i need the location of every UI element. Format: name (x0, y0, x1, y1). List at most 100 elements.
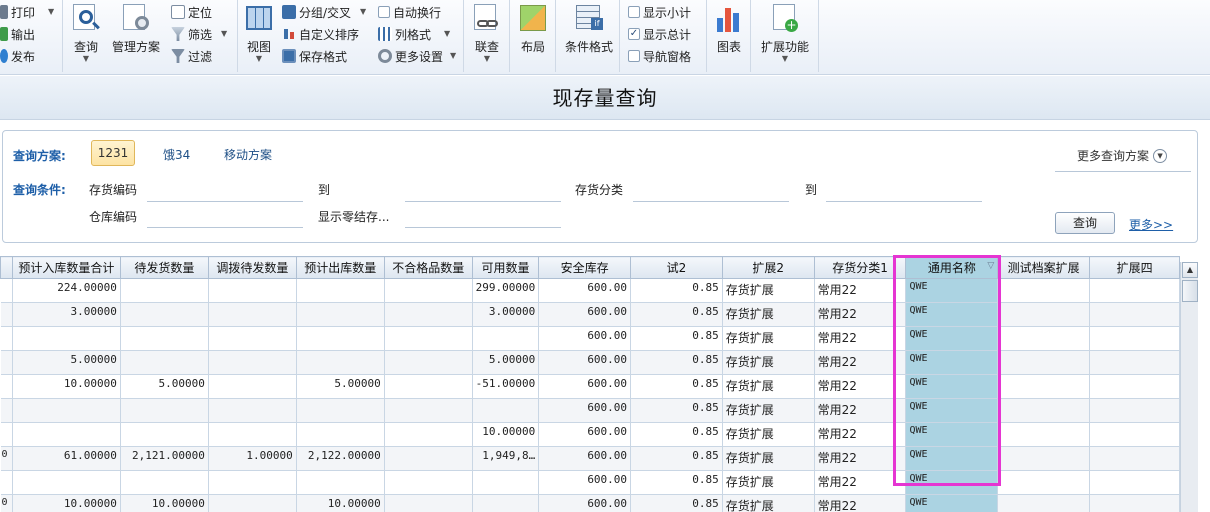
scheme-tab-1231[interactable]: 1231 (91, 140, 135, 166)
table-cell[interactable] (12, 326, 121, 351)
more-link[interactable]: 更多>> (1129, 216, 1173, 233)
table-cell[interactable]: QWE (905, 350, 999, 375)
table-cell[interactable]: 600.00 (538, 374, 632, 399)
inventory-code-to-input[interactable] (405, 201, 561, 202)
table-cell[interactable]: 299.00000 (472, 278, 540, 303)
table-cell[interactable]: 0.85 (630, 398, 723, 423)
column-header[interactable]: 不合格品数量 (383, 256, 473, 279)
table-cell[interactable]: 600.00 (538, 494, 632, 512)
table-cell[interactable]: 5.00000 (472, 350, 540, 375)
column-header[interactable]: 通用名称 ▽ (905, 256, 999, 279)
show-total-checkbox[interactable]: ✓ 显示总计 (628, 24, 691, 44)
table-cell[interactable] (997, 374, 1091, 399)
more-schemes-link[interactable]: 更多查询方案 ▼ (1077, 147, 1168, 164)
table-cell[interactable] (296, 278, 385, 303)
table-cell[interactable]: 0.85 (630, 278, 723, 303)
table-cell[interactable] (0, 350, 13, 375)
chevron-down-icon[interactable]: ▼ (256, 55, 262, 63)
table-cell[interactable]: 常用22 (814, 302, 907, 327)
table-row[interactable]: 10.00000 600.00 0.85 存货扩展 常用22 QWE (0, 422, 1180, 447)
table-cell[interactable]: 600.00 (538, 470, 632, 495)
table-cell[interactable] (1089, 470, 1180, 495)
table-cell[interactable]: 常用22 (814, 470, 907, 495)
table-cell[interactable]: 存货扩展 (722, 278, 815, 303)
table-cell[interactable] (384, 422, 473, 447)
table-cell[interactable] (997, 422, 1091, 447)
table-cell[interactable]: 常用22 (814, 278, 907, 303)
table-cell[interactable]: 600.00 (538, 326, 632, 351)
column-format-button[interactable]: 列格式 ▼ (378, 24, 450, 44)
table-cell[interactable] (1089, 494, 1180, 512)
column-header[interactable]: 存货分类1 (813, 256, 907, 279)
scheme-tab-mobile[interactable]: 移动方案 (224, 146, 272, 163)
table-cell[interactable]: 存货扩展 (722, 398, 815, 423)
table-cell[interactable] (296, 398, 385, 423)
inventory-class-to-input[interactable] (826, 201, 982, 202)
table-cell[interactable]: 常用22 (814, 326, 907, 351)
table-cell[interactable] (997, 326, 1091, 351)
table-cell[interactable]: 5.00000 (12, 350, 121, 375)
table-cell[interactable]: 常用22 (814, 350, 907, 375)
column-header[interactable]: 预计出库数量 (295, 256, 385, 279)
table-cell[interactable]: 10.00000 (12, 494, 121, 512)
table-cell[interactable]: 600.00 (538, 422, 632, 447)
inventory-code-input[interactable] (147, 201, 303, 202)
table-cell[interactable] (208, 494, 297, 512)
scroll-thumb[interactable] (1182, 280, 1198, 302)
publish-button[interactable]: 发布 (0, 46, 35, 66)
table-cell[interactable]: 存货扩展 (722, 470, 815, 495)
table-cell[interactable] (120, 398, 209, 423)
table-cell[interactable] (1089, 326, 1180, 351)
table-cell[interactable]: 224.00000 (12, 278, 121, 303)
table-cell[interactable] (12, 398, 121, 423)
table-cell[interactable] (120, 470, 209, 495)
table-cell[interactable] (1089, 422, 1180, 447)
table-cell[interactable] (208, 374, 297, 399)
table-cell[interactable] (0, 302, 13, 327)
table-cell[interactable]: -51.00000 (472, 374, 540, 399)
table-row[interactable]: 5.00000 5.00000 600.00 0.85 存货扩展 常用22 QWE (0, 350, 1180, 375)
custom-sort-button[interactable]: 自定义排序 (282, 24, 359, 44)
table-cell[interactable] (1089, 446, 1180, 471)
table-cell[interactable]: 600.00 (538, 278, 632, 303)
table-cell[interactable]: 常用22 (814, 494, 907, 512)
table-cell[interactable]: 2,121.00000 (120, 446, 209, 471)
manage-scheme-button[interactable]: 管理方案 (109, 2, 163, 55)
table-cell[interactable]: 3.00000 (472, 302, 540, 327)
table-cell[interactable] (208, 350, 297, 375)
table-cell[interactable]: 0.85 (630, 422, 723, 447)
vertical-scrollbar[interactable]: ▲ (1180, 262, 1198, 512)
table-cell[interactable] (296, 302, 385, 327)
table-cell[interactable]: 600.00 (538, 302, 632, 327)
warehouse-code-input[interactable] (147, 227, 303, 228)
table-cell[interactable]: 0 (0, 446, 13, 471)
table-cell[interactable] (384, 470, 473, 495)
link-query-button[interactable]: 联查 ▼ (470, 2, 504, 63)
table-cell[interactable] (1089, 278, 1180, 303)
table-cell[interactable] (997, 302, 1091, 327)
table-cell[interactable] (208, 278, 297, 303)
table-cell[interactable] (384, 398, 473, 423)
table-cell[interactable]: 1,949,8… (472, 446, 540, 471)
table-cell[interactable]: 0.85 (630, 326, 723, 351)
table-cell[interactable]: 存货扩展 (722, 302, 815, 327)
table-cell[interactable]: 10.00000 (296, 494, 385, 512)
table-cell[interactable]: 存货扩展 (722, 422, 815, 447)
column-header[interactable]: 调拨待发数量 (207, 256, 297, 279)
table-cell[interactable]: 10.00000 (472, 422, 540, 447)
scheme-tab-e34[interactable]: 饿34 (163, 146, 190, 163)
query-button[interactable]: 查询 (1055, 212, 1115, 234)
table-cell[interactable]: QWE (905, 302, 999, 327)
locate-button[interactable]: 定位 (171, 2, 212, 22)
inventory-class-input[interactable] (633, 201, 789, 202)
table-cell[interactable] (0, 422, 13, 447)
table-cell[interactable] (120, 278, 209, 303)
table-cell[interactable]: 常用22 (814, 398, 907, 423)
table-cell[interactable]: 5.00000 (120, 374, 209, 399)
chevron-down-icon[interactable]: ▼ (444, 30, 450, 38)
table-cell[interactable] (296, 470, 385, 495)
table-cell[interactable] (384, 446, 473, 471)
nav-pane-check-icon[interactable] (628, 50, 640, 62)
table-cell[interactable] (997, 398, 1091, 423)
table-row[interactable]: 600.00 0.85 存货扩展 常用22 QWE (0, 326, 1180, 351)
